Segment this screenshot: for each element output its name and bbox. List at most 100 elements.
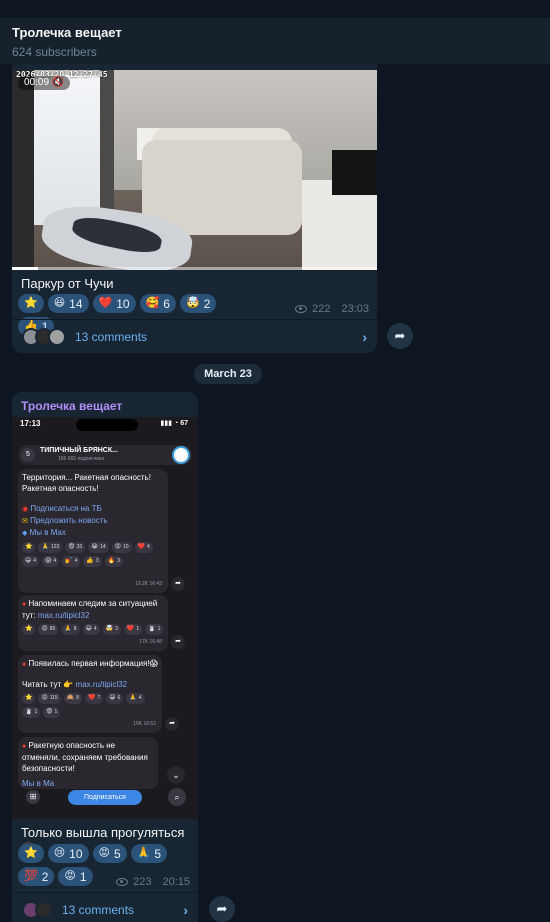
reaction-chip: 💅 4 <box>62 556 81 567</box>
reaction-chip: 😁 4 <box>82 624 100 635</box>
phone-share-icon: ➦ <box>171 577 185 591</box>
reaction-emoji: ❤️ <box>126 626 135 632</box>
video-duration: 00:09 🔇 <box>18 76 71 90</box>
phone-message-meta: 16K 16:52 <box>133 721 156 727</box>
reaction-emoji: 😁 <box>85 626 92 632</box>
phone-dynamic-island <box>76 419 138 431</box>
reaction-emoji: 👍 <box>86 558 94 564</box>
video-time: 00:09 <box>24 77 50 88</box>
phone-reactions: ⭐ 🙏 123 😨 33 😭 14 😡 10 ❤️ 4 😁 4 😱 4 💅 4 👍 3 🔥 3 <box>22 542 164 567</box>
reaction-chip: 😨 1 <box>43 707 61 718</box>
phone-reactions: ⭐ 😡 115 🙉 8 ❤️ 7 😁 6 🙏 4 ☃️ 1 😨 1 <box>22 693 158 718</box>
reaction-chip: ❤️ 4 <box>134 542 153 553</box>
reaction-chip[interactable]: 😆 14 <box>47 294 89 313</box>
channel-post: 2026/03/20 12:27:45 00:09 🔇 Паркур от Чу… <box>12 40 377 353</box>
reaction-chip[interactable]: ❤️ 10 <box>92 294 136 313</box>
phone-message-text: Читать тут 👉 <box>22 680 74 689</box>
phone-search-icon: ⌕ <box>168 788 186 806</box>
post-caption: Паркур от Чучи <box>21 276 114 291</box>
reaction-emoji: 😨 <box>46 709 53 715</box>
comments-button[interactable]: 13 comments › <box>12 892 198 922</box>
reaction-emoji: 🙏 <box>64 626 72 632</box>
phone-message-link: max.ru/tipicl32 <box>75 680 128 689</box>
reaction-emoji: ☃️ <box>25 709 33 715</box>
reaction-emoji: 😱 <box>45 558 52 564</box>
views-count: 223 <box>133 876 152 888</box>
reaction-count: 115 <box>49 695 58 701</box>
reaction-chip: 😁 4 <box>22 556 40 567</box>
comments-label: 13 comments <box>62 902 135 917</box>
reaction-emoji: 😁 <box>109 695 116 701</box>
reaction-count: 10 <box>122 544 129 550</box>
channel-header[interactable]: Тролечка вещает 624 subscribers <box>0 18 550 64</box>
reaction-emoji: 😡 <box>41 626 48 632</box>
reaction-chip[interactable]: 🤯 2 <box>179 294 217 313</box>
reaction-chip: ⭐ <box>22 693 36 704</box>
video-progress-bar[interactable] <box>12 267 377 270</box>
video-progress-fill <box>12 267 38 270</box>
reaction-count: 4 <box>74 558 78 564</box>
phone-message-link: ◆ Мы в Max <box>22 528 66 537</box>
phone-message-link: ✉ Предложить новость <box>22 516 108 525</box>
phone-bottom-bar: ⊞ Подписаться ⌕ <box>12 785 198 819</box>
reaction-count: 123 <box>50 544 60 550</box>
phone-channel-subs: 166 665 подписчика <box>58 456 105 462</box>
reaction-count: 4 <box>147 544 150 550</box>
reaction-emoji: 😡 <box>41 695 48 701</box>
reaction-chip: 😱 4 <box>42 556 60 567</box>
battery-level: 67 <box>180 420 188 427</box>
phone-message-body: ● Появилась первая информация!😱 <box>22 659 158 668</box>
reaction-chip: 😡 10 <box>111 542 132 553</box>
reaction-emoji: 😢 <box>53 847 66 859</box>
video-player[interactable]: 2026/03/20 12:27:45 00:09 🔇 <box>12 70 377 270</box>
reaction-emoji: 😡 <box>114 544 121 550</box>
reaction-chip[interactable]: 😡 1 <box>58 867 93 886</box>
post-meta: 223 20:15 <box>116 876 190 888</box>
reaction-emoji: ⭐ <box>25 695 33 701</box>
share-icon[interactable]: ➦ <box>387 323 413 349</box>
reaction-count: 5 <box>114 846 121 861</box>
channel-title: Тролечка вещает <box>12 25 122 40</box>
subscriber-count: 624 subscribers <box>12 45 97 59</box>
reaction-chip[interactable]: 💯 2 <box>18 867 55 886</box>
reaction-emoji: ⭐ <box>25 544 33 550</box>
phone-message-text: Ракетную опасность не отменяли, сохраняе… <box>22 741 148 773</box>
reaction-count: 4 <box>33 558 37 564</box>
reaction-chip[interactable]: ⭐ <box>18 294 44 313</box>
reaction-count: 1 <box>79 869 87 884</box>
reaction-chip: ❤️ 1 <box>123 624 143 635</box>
mute-icon[interactable]: 🔇 <box>52 77 64 88</box>
reaction-count: 14 <box>100 544 106 550</box>
reaction-count: 85 <box>49 626 56 632</box>
phone-message-link-text: Предложить новость <box>30 516 108 525</box>
reaction-emoji: ☃️ <box>148 626 156 632</box>
window-top-strip <box>0 0 550 18</box>
reaction-chip[interactable]: 😡 5 <box>92 844 127 863</box>
reaction-count: 4 <box>53 558 57 564</box>
share-icon[interactable]: ➦ <box>209 896 235 922</box>
reaction-chip: ☃️ 1 <box>145 624 164 635</box>
post-author[interactable]: Тролечка вещает <box>21 399 122 413</box>
reaction-count: 6 <box>163 296 170 311</box>
phone-time: 17:13 <box>20 419 41 428</box>
screenshot-image[interactable]: 17:13 ▮▮▮ ◔ 67 5 ТИПИЧНЫЙ БРЯНСК... 166 … <box>12 417 198 819</box>
reaction-chip[interactable]: 😢 10 <box>47 844 89 863</box>
post-time: 20:15 <box>162 876 190 888</box>
reaction-chip: 😡 85 <box>38 624 59 635</box>
reaction-count: 1 <box>136 626 140 632</box>
reaction-chip: 😨 33 <box>65 542 86 553</box>
phone-message-meta: 17K 16:48 <box>139 639 162 645</box>
reaction-chip[interactable]: 🥰 6 <box>139 294 176 313</box>
chevron-right-icon: › <box>362 328 367 345</box>
reaction-chip[interactable]: ⭐ <box>18 844 44 863</box>
reaction-emoji: 😡 <box>98 847 110 859</box>
date-separator: March 23 <box>194 364 262 384</box>
phone-message: ● Появилась первая информация!😱 Читать т… <box>18 655 162 733</box>
reaction-chip: ⭐ <box>22 542 36 553</box>
views-icon <box>295 305 308 313</box>
reaction-count: 10 <box>116 296 130 311</box>
phone-channel-logo <box>172 446 190 464</box>
phone-channel-name: ТИПИЧНЫЙ БРЯНСК... <box>40 447 118 454</box>
reaction-chip[interactable]: 🙏 5 <box>130 844 168 863</box>
comments-button[interactable]: 13 comments › <box>12 319 377 353</box>
